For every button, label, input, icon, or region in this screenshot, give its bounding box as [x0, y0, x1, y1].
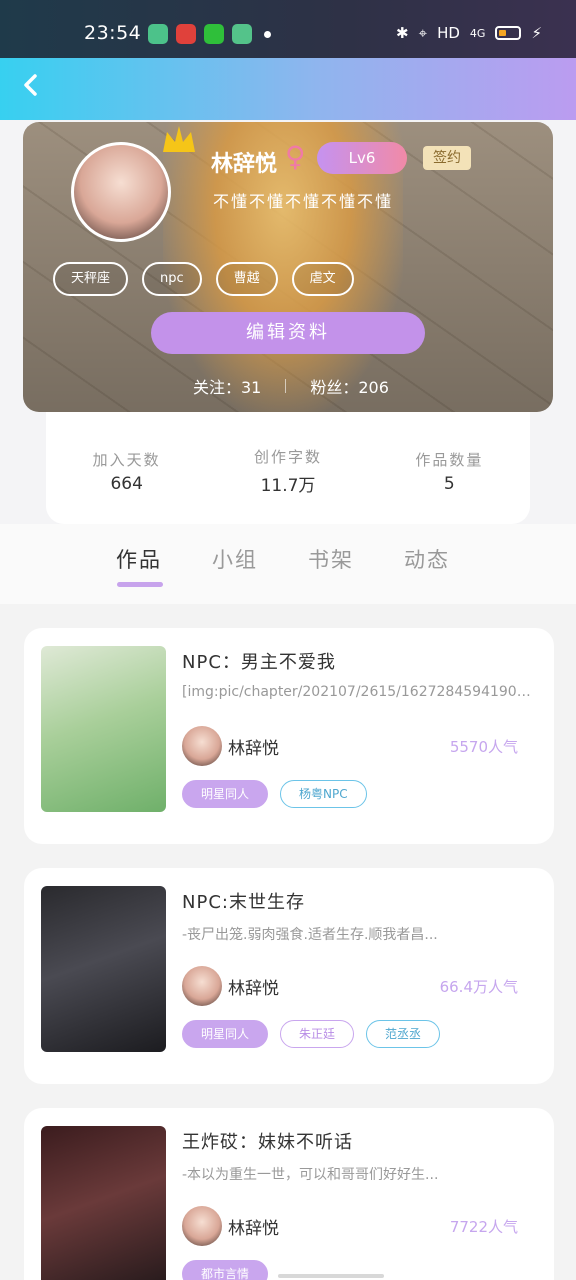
status-bar: 23:54 ✱ ⌖ HD 4G ⚡ [0, 0, 576, 58]
popularity-count: 5570人气 [449, 738, 518, 756]
app-notification-icon [176, 24, 196, 44]
work-title[interactable]: 王炸砹：妹妹不听话 [182, 1128, 353, 1154]
divider [285, 379, 287, 393]
status-time: 23:54 [84, 22, 142, 44]
profile-tag[interactable]: npc [142, 262, 202, 296]
book-cover[interactable] [41, 1126, 166, 1280]
author-name: 林辞悦 [228, 979, 279, 999]
location-icon: ⌖ [418, 24, 428, 42]
stat-label: 加入天数 [92, 450, 161, 469]
tab-works[interactable]: 作品 [116, 544, 162, 574]
stat-word-count: 创作字数 11.7万 [254, 446, 322, 496]
popularity-count: 7722人气 [449, 1218, 518, 1236]
work-description: [img:pic/chapter/202107/2615/16272845941… [182, 684, 534, 700]
work-card[interactable]: 王炸砹：妹妹不听话 -本以为重生一世，可以和哥哥们好好生... 林辞悦 7722… [24, 1108, 554, 1280]
active-tab-indicator [117, 582, 163, 587]
work-tag[interactable]: 范丞丞 [366, 1020, 441, 1048]
stat-label: 创作字数 [253, 448, 322, 466]
tab-bookshelf[interactable]: 书架 [308, 544, 354, 574]
crown-icon [163, 126, 195, 152]
work-tag[interactable]: 都市言情 [182, 1260, 269, 1280]
back-button[interactable] [16, 70, 46, 100]
stat-join-days: 加入天数 664 [93, 449, 161, 494]
stats-card: 加入天数 664 创作字数 11.7万 作品数量 5 [46, 412, 530, 524]
more-notifications-icon [264, 31, 271, 38]
scroll-indicator [278, 1274, 384, 1278]
work-tag[interactable]: 朱正廷 [280, 1020, 355, 1048]
book-cover[interactable] [41, 646, 166, 812]
work-card[interactable]: NPC:末世生存 -丧尸出笼.弱肉强食.适者生存.顺我者昌... 林辞悦 66.… [24, 868, 554, 1084]
signal-label: 4G [469, 26, 486, 40]
work-description: -本以为重生一世，可以和哥哥们好好生... [182, 1167, 439, 1183]
profile-tag[interactable]: 天秤座 [53, 262, 129, 296]
tab-activity[interactable]: 动态 [404, 544, 450, 574]
app-notification-icon [232, 24, 252, 44]
charging-icon: ⚡ [531, 24, 542, 42]
book-cover[interactable] [41, 886, 166, 1052]
battery-icon [495, 26, 522, 40]
app-notification-icon [204, 24, 224, 44]
app-notification-icon [148, 24, 168, 44]
stat-value: 11.7万 [260, 476, 316, 496]
bluetooth-icon: ✱ [396, 24, 409, 42]
avatar[interactable] [71, 142, 171, 242]
works-list: NPC：男主不爱我 [img:pic/chapter/202107/2615/1… [0, 604, 576, 1280]
author-name: 林辞悦 [228, 1219, 279, 1239]
work-title[interactable]: NPC：男主不爱我 [182, 648, 336, 674]
profile-tags: 天秤座 npc 曹越 虐文 [53, 262, 354, 296]
profile-card: 林辞悦 ♀ Lv6 签约 不懂不懂不懂不懂不懂 天秤座 npc 曹越 虐文 编辑… [23, 122, 553, 412]
chevron-left-icon [24, 74, 37, 96]
popularity-count: 66.4万人气 [439, 978, 518, 996]
stat-value: 5 [443, 473, 455, 494]
work-tag[interactable]: 杨粤NPC [280, 780, 367, 808]
work-description: -丧尸出笼.弱肉强食.适者生存.顺我者昌... [182, 927, 438, 943]
level-badge: Lv6 [317, 142, 407, 174]
work-title[interactable]: NPC:末世生存 [182, 888, 305, 914]
bio: 不懂不懂不懂不懂不懂 [213, 192, 394, 211]
followers-count[interactable]: 粉丝：206 [310, 374, 389, 398]
signed-badge: 签约 [423, 146, 471, 170]
tab-bar: 作品 小组 书架 动态 [0, 524, 576, 604]
work-tag[interactable]: 明星同人 [182, 780, 269, 808]
author-avatar [182, 966, 222, 1006]
following-count[interactable]: 关注：31 [193, 374, 261, 398]
profile-tag[interactable]: 曹越 [215, 262, 278, 296]
author-name: 林辞悦 [228, 739, 279, 759]
female-icon: ♀ [285, 140, 306, 173]
work-tag[interactable]: 明星同人 [182, 1020, 269, 1048]
author-avatar [182, 1206, 222, 1246]
stat-works-count: 作品数量 5 [415, 449, 483, 494]
tab-groups[interactable]: 小组 [212, 544, 258, 574]
profile-tag[interactable]: 虐文 [291, 262, 354, 296]
network-label: HD [437, 24, 460, 42]
edit-profile-button[interactable]: 编辑资料 [151, 312, 425, 354]
stat-value: 664 [110, 473, 143, 494]
username: 林辞悦 [211, 152, 278, 177]
work-card[interactable]: NPC：男主不爱我 [img:pic/chapter/202107/2615/1… [24, 628, 554, 844]
stat-label: 作品数量 [415, 450, 484, 469]
author-avatar [182, 726, 222, 766]
